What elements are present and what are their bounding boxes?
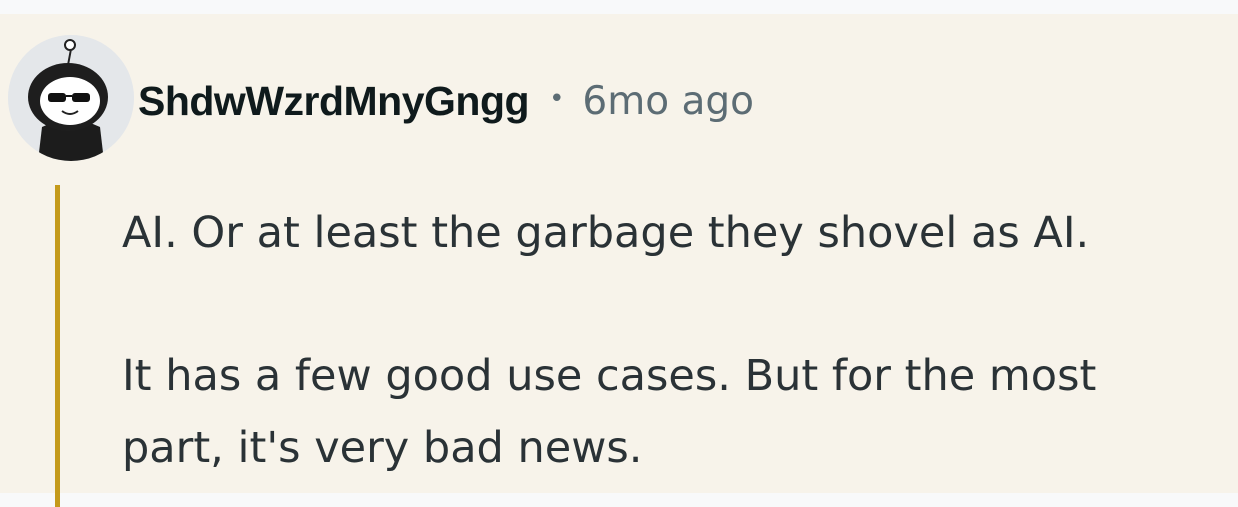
- snoo-avatar-sunglasses-icon: [8, 35, 134, 161]
- comment-line: It has a few good use cases. But for the…: [122, 351, 1097, 401]
- user-avatar[interactable]: [8, 35, 134, 161]
- meta-separator: •: [549, 84, 565, 114]
- comment-line: AI. Or at least the garbage they shovel …: [122, 208, 1090, 258]
- comment-author-link[interactable]: ShdwWzrdMnyGngg: [138, 78, 530, 125]
- comment-timestamp[interactable]: 6mo ago: [582, 79, 754, 124]
- comment-card: ShdwWzrdMnyGngg • 6mo ago AI. Or at leas…: [0, 14, 1238, 507]
- comment-line: part, it's very bad news.: [122, 423, 643, 473]
- comment-body: AI. Or at least the garbage they shovel …: [122, 197, 1232, 484]
- comment-header: ShdwWzrdMnyGngg • 6mo ago: [138, 73, 754, 129]
- thread-line[interactable]: [55, 185, 60, 507]
- comment-paragraph: It has a few good use cases. But for the…: [122, 340, 1232, 484]
- comment-paragraph: AI. Or at least the garbage they shovel …: [122, 197, 1232, 269]
